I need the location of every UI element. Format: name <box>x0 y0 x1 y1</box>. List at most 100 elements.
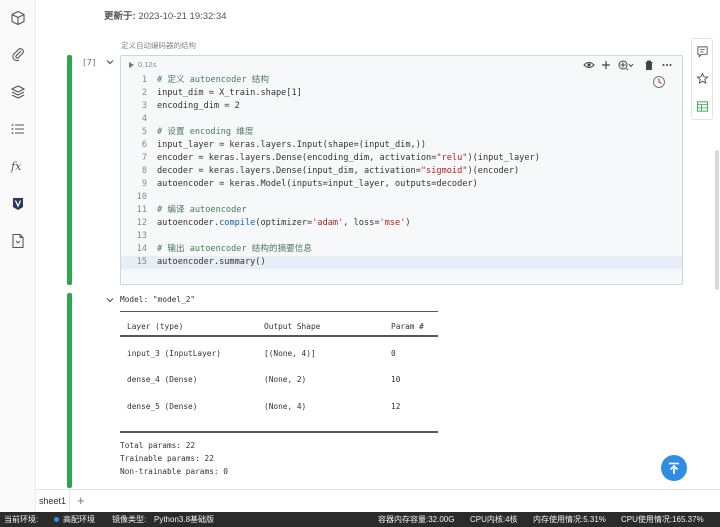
code-token: encoding_dim = 2 <box>157 101 240 111</box>
code-editor[interactable]: 1 # 定义 autoencoder 结构 2 input_dim = X_train… <box>121 74 682 269</box>
plus-icon[interactable] <box>600 59 612 71</box>
layers-icon[interactable] <box>10 84 26 100</box>
divider <box>120 431 438 433</box>
add-sheet-button[interactable]: + <box>77 490 85 511</box>
layer-shape: [(None, 4)] <box>264 349 316 358</box>
status-dot-icon <box>54 517 59 522</box>
code-line[interactable]: 13 <box>121 230 682 243</box>
image-value: Python3.8基础版 <box>154 515 215 524</box>
env-status: 高配环境 <box>54 512 95 527</box>
cell-status-bar <box>67 55 72 285</box>
code-line[interactable]: 8 decoder = keras.layers.Dense(input_dim,… <box>121 165 682 178</box>
code-line[interactable]: 15 autoencoder.summary() <box>121 256 682 269</box>
code-line[interactable]: 1 # 定义 autoencoder 结构 <box>121 74 682 87</box>
code-token: input_dim = X_train.shape[1] <box>157 88 302 98</box>
line-number: 10 <box>136 192 147 202</box>
cube-icon[interactable] <box>10 10 26 26</box>
divider <box>120 311 438 312</box>
right-toolbar <box>691 38 713 120</box>
code-line[interactable]: 4 <box>121 113 682 126</box>
code-line[interactable]: 2 input_dim = X_train.shape[1] <box>121 87 682 100</box>
cpu-usage: CPU使用情况:165.37% <box>621 515 704 524</box>
more-icon[interactable] <box>661 59 673 71</box>
eye-icon[interactable] <box>583 59 595 71</box>
line-number: 4 <box>141 114 147 124</box>
play-icon[interactable] <box>129 62 134 68</box>
code-line[interactable]: 6 input_layer = keras.layers.Input(shape=… <box>121 139 682 152</box>
execution-count: [7] <box>82 58 97 67</box>
code-token: autoencoder. <box>157 218 220 228</box>
markdown-cell-title: 定义自动编码器的结构 <box>121 41 196 50</box>
updated-time: 2023-10-21 19:32:34 <box>138 11 227 22</box>
table-icon[interactable] <box>696 100 709 113</box>
memory-usage: 内存使用情况:5.31% <box>533 515 606 524</box>
code-line[interactable]: 7 encoder = keras.layers.Dense(encoding_d… <box>121 152 682 165</box>
code-cell[interactable]: 0.12s 1 # 定义 autoencoder 结构 2 input_dim = X… <box>120 55 683 285</box>
line-number: 2 <box>141 88 147 98</box>
code-token: 'adam' <box>312 218 344 228</box>
layer-params: 0 <box>391 349 396 358</box>
code-token: # 输出 autoencoder 结构的摘要信息 <box>157 244 312 254</box>
trainable-params: Trainable params: 22 <box>120 454 214 463</box>
layer-params: 10 <box>391 375 401 384</box>
comment-icon[interactable] <box>696 45 709 58</box>
code-line[interactable]: 3 encoding_dim = 2 <box>121 100 682 113</box>
code-line[interactable]: 11 # 编译 autoencoder <box>121 204 682 217</box>
code-token: , loss= <box>343 218 380 228</box>
line-number: 7 <box>141 153 147 163</box>
column-header-params: Param # <box>391 322 424 331</box>
line-number: 5 <box>141 127 147 137</box>
list-icon[interactable] <box>10 121 26 137</box>
line-number: 9 <box>141 179 147 189</box>
code-token: (optimizer= <box>255 218 313 228</box>
line-number: 1 <box>141 75 147 85</box>
env-label: 当前环境: <box>4 515 39 524</box>
layer-name: dense_5 (Dense) <box>127 402 198 411</box>
layer-name: dense_4 (Dense) <box>127 375 198 384</box>
code-token: "relu" <box>436 153 468 163</box>
function-glyph: fx <box>10 160 22 173</box>
code-line[interactable]: 12 autoencoder.compile(optimizer='adam', … <box>121 217 682 230</box>
model-name: Model: "model_2" <box>120 295 196 304</box>
line-number: 8 <box>141 166 147 176</box>
run-indicator[interactable]: 0.12s <box>129 60 156 69</box>
code-token: autoencoder.summary() <box>157 257 266 267</box>
column-header-shape: Output Shape <box>264 322 321 331</box>
star-icon[interactable] <box>696 72 709 85</box>
dropdown-caret-icon[interactable] <box>628 59 634 71</box>
chevron-down-icon[interactable] <box>105 57 115 67</box>
layer-shape: (None, 2) <box>264 375 307 384</box>
line-number: 14 <box>136 244 147 254</box>
code-token: "sigmoid" <box>420 166 468 176</box>
code-token: # 设置 encoding 维度 <box>157 127 254 137</box>
line-number: 15 <box>136 257 147 267</box>
chevron-down-icon[interactable] <box>105 295 115 305</box>
sheet-tab-bar: sheet1 + <box>36 489 720 513</box>
left-sidebar: fx <box>0 0 36 512</box>
image-label: 镜像类型: <box>112 515 147 524</box>
code-line[interactable]: 10 <box>121 191 682 204</box>
variable-icon[interactable] <box>10 196 26 212</box>
function-icon[interactable]: fx <box>10 158 26 174</box>
layer-name: input_3 (InputLayer) <box>127 349 221 358</box>
line-number: 12 <box>136 218 147 228</box>
code-token: 'mse' <box>379 218 406 228</box>
code-line[interactable]: 14 # 输出 autoencoder 结构的摘要信息 <box>121 243 682 256</box>
trash-icon[interactable] <box>643 59 655 71</box>
total-params: Total params: 22 <box>120 441 196 450</box>
line-number: 13 <box>136 231 147 241</box>
cpu-cores: CPU内核:4核 <box>470 515 518 524</box>
code-token: decoder = keras.layers.Dense(input_dim, … <box>157 166 421 176</box>
code-token: # 定义 autoencoder 结构 <box>157 75 269 85</box>
updated-timestamp: 更新于: 2023-10-21 19:32:34 <box>104 8 227 22</box>
file-icon[interactable] <box>10 233 26 249</box>
scroll-to-top-button[interactable] <box>661 455 687 481</box>
run-time-label: 0.12s <box>138 60 157 69</box>
code-token: encoder = keras.layers.Dense(encoding_di… <box>157 153 437 163</box>
vertical-scrollbar[interactable] <box>715 150 719 290</box>
sheet-tab[interactable]: sheet1 <box>36 490 70 513</box>
code-line[interactable]: 9 autoencoder = keras.Model(inputs=input_… <box>121 178 682 191</box>
code-line[interactable]: 5 # 设置 encoding 维度 <box>121 126 682 139</box>
code-token: compile <box>219 218 256 228</box>
paperclip-icon[interactable] <box>10 46 26 62</box>
